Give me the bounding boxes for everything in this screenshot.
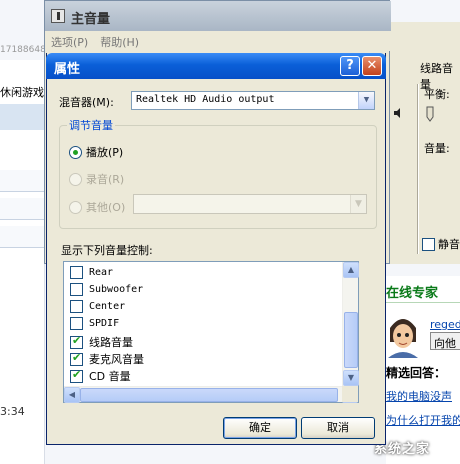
left-row — [0, 226, 45, 248]
close-button[interactable]: ✕ — [362, 56, 382, 76]
expert-divider — [386, 302, 460, 303]
expert-username[interactable]: reged — [430, 318, 460, 331]
radio-other: 其他(O) — [69, 199, 125, 215]
volume-app-icon — [51, 9, 65, 23]
list-item[interactable]: CD 音量 — [70, 368, 131, 384]
list-item-checkbox[interactable] — [70, 368, 83, 383]
expert-avatar-icon — [386, 312, 420, 358]
game-link[interactable]: 休闲游戏 — [0, 82, 45, 100]
list-item[interactable]: 线路音量 — [70, 334, 133, 350]
list-item-label: Rear — [89, 267, 114, 278]
list-item-checkbox[interactable] — [70, 266, 83, 279]
list-item-checkbox[interactable] — [70, 283, 83, 296]
ok-button[interactable]: 确定 — [223, 417, 297, 439]
speaker-icon — [394, 108, 400, 118]
selected-answers-heading: 精选回答： — [386, 366, 447, 380]
list-item[interactable]: Center — [70, 300, 125, 313]
radio-recording-label: 录音(R) — [86, 173, 125, 186]
scroll-up-icon[interactable]: ▲ — [343, 262, 359, 278]
controls-list-label: 显示下列音量控制: — [61, 244, 153, 257]
list-item[interactable]: Subwoofer — [70, 283, 143, 296]
list-item-checkbox[interactable] — [70, 317, 83, 330]
chevron-down-icon[interactable]: ▼ — [358, 92, 374, 109]
help-button[interactable]: ? — [340, 56, 360, 76]
list-item-label: Subwoofer — [89, 284, 144, 295]
menu-options[interactable]: 选项(P) — [51, 34, 88, 49]
list-item-label: Center — [89, 301, 126, 312]
vertical-scroll-thumb[interactable] — [344, 312, 358, 368]
adjust-volume-group-title: 调节音量 — [67, 117, 115, 133]
other-device-select: ▼ — [133, 194, 367, 214]
scroll-corner — [342, 386, 358, 402]
volume-controls-list[interactable]: Rear Subwoofer Center SPDIF 线路音量 麦克风音量 C… — [63, 261, 359, 403]
list-item[interactable]: 麦克风音量 — [70, 351, 144, 367]
list-item[interactable]: Rear — [70, 266, 113, 279]
answer-link[interactable]: 为什么打开我的 — [386, 412, 460, 428]
panel-divider — [417, 84, 419, 254]
dialog-title: 属性 — [54, 62, 81, 77]
radio-recording-button — [69, 172, 82, 186]
menu-help[interactable]: 帮助(H) — [100, 34, 139, 49]
radio-playback-button[interactable] — [69, 145, 82, 159]
time-text: 3:34 — [0, 405, 25, 418]
horizontal-scroll-thumb[interactable] — [80, 388, 338, 402]
mute-checkbox-box[interactable] — [422, 237, 435, 251]
mute-label: 静音 — [438, 238, 460, 251]
horizontal-scrollbar[interactable]: ◀ ▶ — [64, 386, 358, 403]
list-item-label: 线路音量 — [89, 336, 133, 349]
radio-other-label: 其他(O) — [86, 201, 126, 214]
list-item-label: 麦克风音量 — [89, 353, 144, 366]
dialog-titlebar[interactable]: 属性 ? ✕ — [46, 53, 386, 79]
radio-other-button — [69, 200, 82, 214]
list-item-label: SPDIF — [89, 318, 120, 329]
balance-slider-knob-icon[interactable] — [426, 106, 434, 122]
left-row — [0, 170, 45, 192]
properties-dialog: 属性 ? ✕ 混音器(M): Realtek HD Audio output ▼… — [46, 53, 386, 445]
master-volume-menubar: 选项(P) 帮助(H) — [45, 31, 391, 51]
master-volume-title: 主音量 — [71, 12, 111, 27]
mute-checkbox[interactable]: 静音 — [422, 236, 460, 252]
cancel-button[interactable]: 取消 — [301, 417, 375, 439]
list-item-checkbox[interactable] — [70, 334, 83, 349]
radio-recording: 录音(R) — [69, 171, 124, 187]
answer-link[interactable]: 我的电脑没声 — [386, 388, 452, 404]
radio-playback-label: 播放(P) — [86, 146, 124, 159]
scroll-left-icon[interactable]: ◀ — [64, 387, 80, 403]
vertical-scrollbar[interactable]: ▲ ▼ — [342, 262, 359, 386]
list-item-checkbox[interactable] — [70, 300, 83, 313]
radio-playback[interactable]: 播放(P) — [69, 144, 123, 160]
mixer-select[interactable]: Realtek HD Audio output ▼ — [131, 91, 375, 110]
list-item-label: CD 音量 — [89, 370, 131, 383]
ask-expert-button[interactable]: 向他 — [430, 332, 460, 350]
master-volume-titlebar[interactable]: 主音量 — [45, 1, 391, 31]
volume-label: 音量: — [424, 142, 450, 155]
list-item-checkbox[interactable] — [70, 351, 83, 366]
expert-title: 在线专家 — [386, 286, 439, 301]
left-row — [0, 198, 45, 220]
mixer-select-value: Realtek HD Audio output — [136, 94, 275, 105]
mixer-label: 混音器(M): — [59, 96, 114, 109]
chevron-down-icon: ▼ — [350, 195, 366, 213]
balance-label: 平衡: — [424, 88, 450, 101]
list-item[interactable]: SPDIF — [70, 317, 119, 330]
left-band — [0, 104, 45, 130]
scroll-down-icon[interactable]: ▼ — [343, 370, 359, 386]
